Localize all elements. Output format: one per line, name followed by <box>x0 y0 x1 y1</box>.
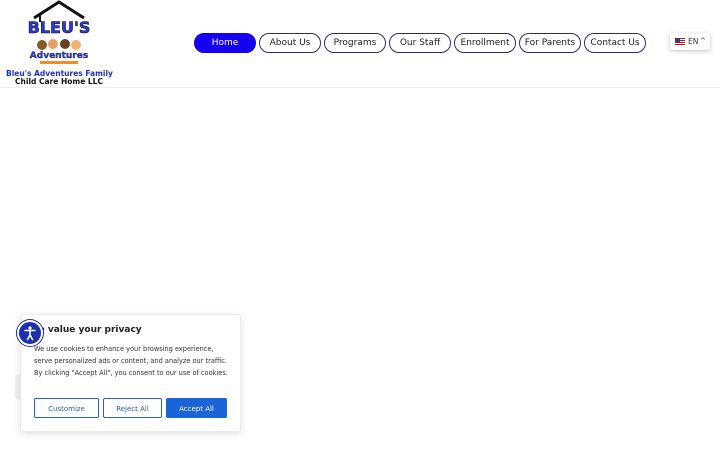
chevron-up-icon: ^ <box>700 37 706 45</box>
nav-our-staff[interactable]: Our Staff <box>389 33 451 53</box>
svg-text:BLEU'S: BLEU'S <box>28 18 90 37</box>
nav-for-parents[interactable]: For Parents <box>519 33 581 53</box>
language-code: EN <box>688 37 699 46</box>
cookie-description: We use cookies to enhance your browsing … <box>34 345 228 377</box>
accept-all-button[interactable]: Accept All <box>166 398 227 418</box>
language-switcher[interactable]: EN ^ <box>670 33 710 50</box>
customize-button[interactable]: Customize <box>34 398 99 418</box>
nav-about-us[interactable]: About Us <box>259 33 321 53</box>
nav-contact-us[interactable]: Contact Us <box>584 33 646 53</box>
accessibility-icon <box>24 326 36 341</box>
logo-name-line2: Child Care Home LLC <box>15 77 103 86</box>
reject-all-button[interactable]: Reject All <box>103 398 162 418</box>
nav-programs[interactable]: Programs <box>324 33 386 53</box>
cookie-title: We value your privacy <box>29 325 142 335</box>
nav-home[interactable]: Home <box>194 33 256 53</box>
accessibility-button[interactable] <box>17 320 43 346</box>
us-flag-icon <box>675 38 685 45</box>
cookie-consent-banner: We value your privacy We use cookies to … <box>20 314 241 432</box>
site-logo[interactable]: BLEU'S Adventures Bleu's Adventures Fami… <box>6 0 113 86</box>
svg-text:Adventures: Adventures <box>30 51 88 61</box>
site-header: BLEU'S Adventures Bleu's Adventures Fami… <box>0 0 720 88</box>
logo-house-icon: BLEU'S Adventures <box>28 0 90 64</box>
nav-enrollment[interactable]: Enrollment <box>454 33 516 53</box>
